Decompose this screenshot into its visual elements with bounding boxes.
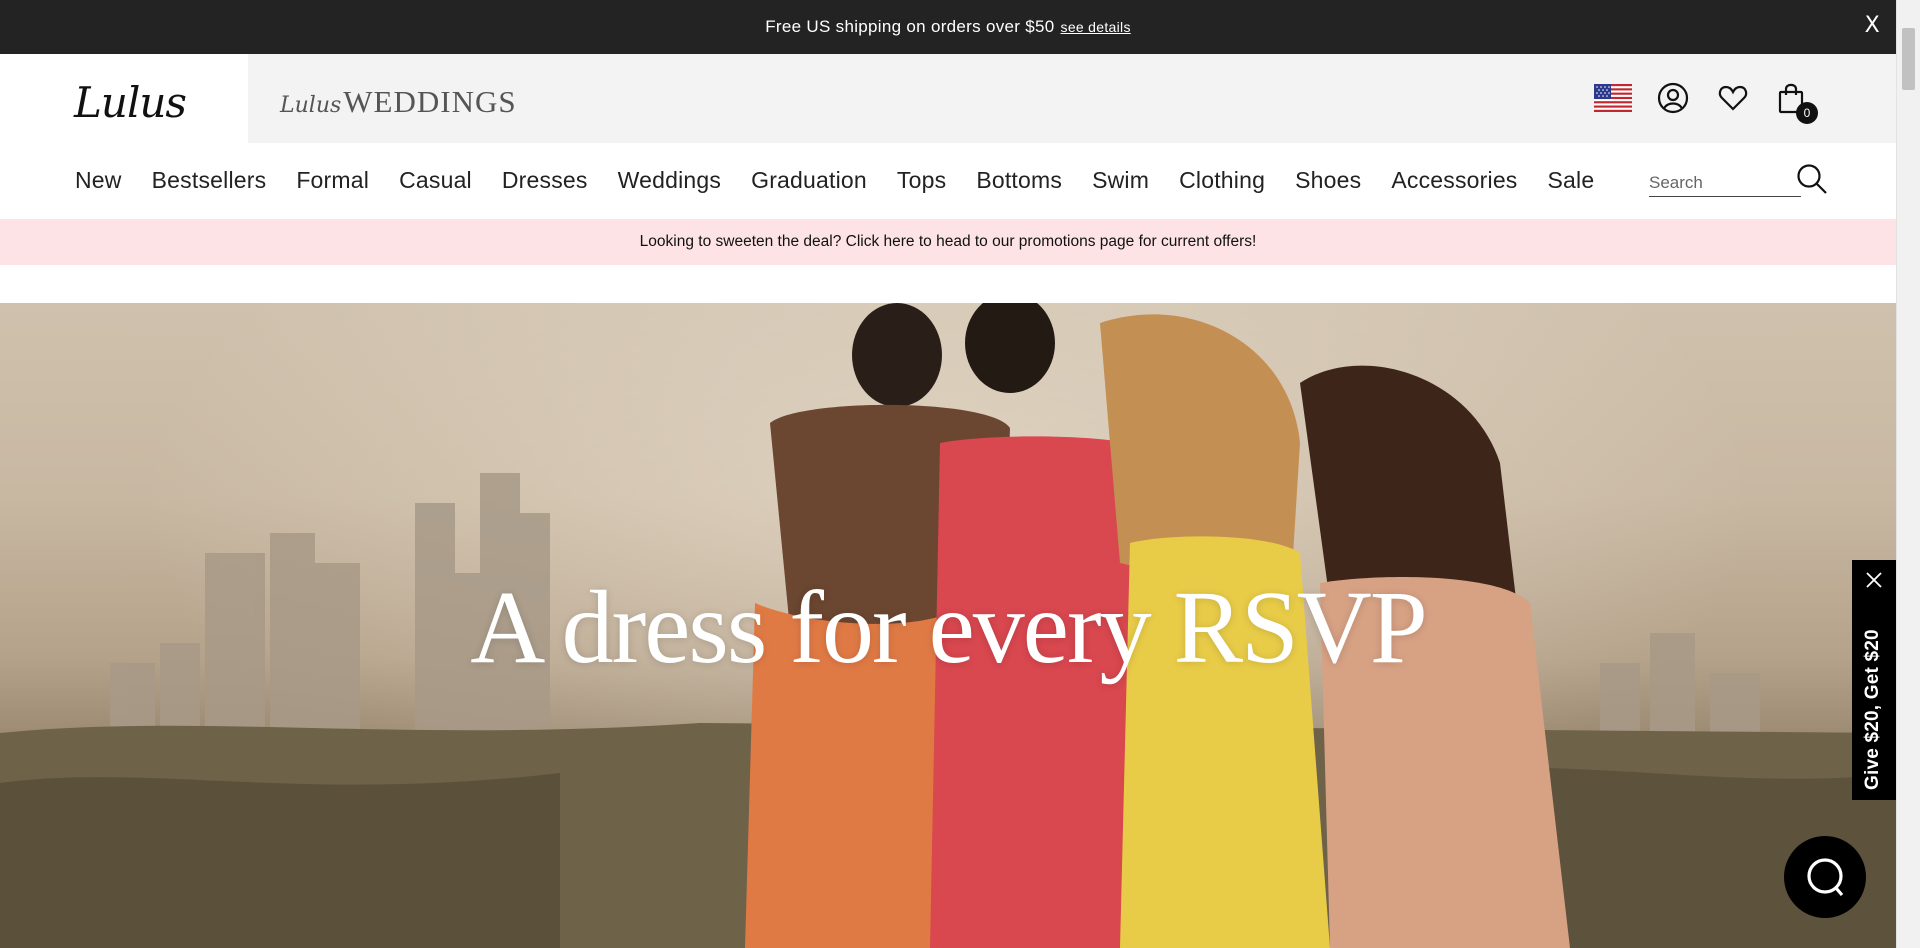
nav-item-casual[interactable]: Casual — [399, 167, 472, 194]
scrollbar-thumb[interactable] — [1902, 28, 1915, 90]
shipping-message: Free US shipping on orders over $50 — [765, 17, 1055, 36]
referral-side-tab[interactable]: Give $20, Get $20 — [1852, 560, 1896, 800]
nav-item-new[interactable]: New — [75, 167, 122, 194]
chat-bubble-icon — [1803, 855, 1847, 899]
us-flag-icon[interactable] — [1594, 84, 1632, 112]
search-input[interactable]: Search — [1649, 167, 1801, 197]
account-icon[interactable] — [1656, 81, 1690, 115]
nav-item-weddings[interactable]: Weddings — [618, 167, 721, 194]
hero-banner[interactable]: A dress for every RSVP — [0, 303, 1896, 948]
chat-button[interactable] — [1784, 836, 1866, 918]
nav-item-bottoms[interactable]: Bottoms — [976, 167, 1062, 194]
close-banner-button[interactable]: X — [1865, 13, 1880, 38]
nav-item-dresses[interactable]: Dresses — [502, 167, 588, 194]
nav-item-sale[interactable]: Sale — [1548, 167, 1595, 194]
cart-count-badge: 0 — [1796, 102, 1818, 124]
shopping-bag-icon[interactable]: 0 — [1774, 80, 1818, 124]
nav-item-accessories[interactable]: Accessories — [1391, 167, 1517, 194]
shipping-banner: Free US shipping on orders over $50 see … — [0, 0, 1896, 54]
weddings-logo-script: Lulus — [280, 93, 342, 118]
nav-item-formal[interactable]: Formal — [296, 167, 369, 194]
nav-item-swim[interactable]: Swim — [1092, 167, 1149, 194]
heart-icon[interactable] — [1716, 81, 1750, 115]
search-icon[interactable] — [1796, 163, 1828, 195]
header-icons: 0 — [1594, 80, 1818, 124]
see-details-link[interactable]: see details — [1061, 19, 1131, 35]
nav-item-clothing[interactable]: Clothing — [1179, 167, 1265, 194]
lulus-weddings-logo[interactable]: Lulus WEDDINGS — [280, 84, 517, 120]
nav-item-shoes[interactable]: Shoes — [1295, 167, 1361, 194]
site-header: Lulus Lulus WEDDINGS 0 — [0, 54, 1896, 143]
nav-item-graduation[interactable]: Graduation — [751, 167, 867, 194]
main-nav: New Bestsellers Formal Casual Dresses We… — [0, 143, 1896, 219]
lulus-logo[interactable]: Lulus — [74, 78, 187, 127]
nav-item-bestsellers[interactable]: Bestsellers — [152, 167, 267, 194]
promotions-strip[interactable]: Looking to sweeten the deal? Click here … — [0, 219, 1896, 265]
referral-tab-label: Give $20, Get $20 — [1862, 629, 1883, 790]
close-icon[interactable] — [1864, 570, 1884, 590]
nav-item-tops[interactable]: Tops — [897, 167, 946, 194]
weddings-logo-caps: WEDDINGS — [343, 84, 517, 119]
hero-headline: A dress for every RSVP — [470, 570, 1427, 685]
promotions-text: Looking to sweeten the deal? Click here … — [639, 233, 1257, 250]
page-scrollbar[interactable] — [1896, 0, 1920, 948]
